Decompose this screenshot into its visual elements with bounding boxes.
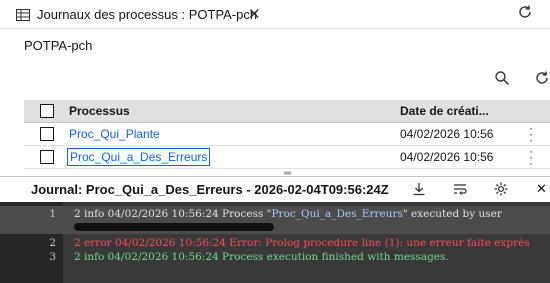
process-link[interactable]: Proc_Qui_Plante <box>69 127 160 141</box>
line-number: 1 <box>49 208 56 220</box>
settings-icon[interactable] <box>494 182 508 201</box>
log-viewer[interactable]: 1 2 info 04/02/2026 10:56:24 Process "Pr… <box>0 202 550 283</box>
kebab-icon[interactable]: · · · <box>529 145 533 169</box>
table-row[interactable]: Proc_Qui_a_Des_Erreurs 04/02/2026 10:56 … <box>24 145 550 169</box>
log-text: 2 info 04/02/2026 10:56:24 Process execu… <box>74 251 449 263</box>
row-checkbox[interactable] <box>40 150 54 164</box>
refresh-icon[interactable] <box>517 4 533 25</box>
kebab-icon[interactable]: · · · <box>529 122 533 146</box>
log-line: 2 2 error 04/02/2026 10:56:24 Error: Pro… <box>0 237 550 250</box>
page-title: POTPA-pch <box>24 38 93 53</box>
wrap-icon[interactable] <box>453 182 467 201</box>
log-text: 2 info 04/02/2026 10:56:24 Process "Proc… <box>74 208 502 220</box>
column-header-date[interactable]: Date de créati... <box>400 104 489 118</box>
line-number: 2 <box>49 237 56 249</box>
refresh-icon[interactable] <box>534 70 550 91</box>
row-checkbox[interactable] <box>40 127 54 141</box>
search-icon[interactable] <box>494 70 510 91</box>
row-date: 04/02/2026 10:56 <box>400 150 494 164</box>
tab-title[interactable]: Journaux des processus : POTPA-pch <box>37 7 257 22</box>
select-all-checkbox[interactable] <box>40 104 54 118</box>
close-icon[interactable]: ✕ <box>536 181 547 197</box>
process-link[interactable]: Proc_Qui_a_Des_Erreurs <box>66 148 211 166</box>
log-text: 2 error 04/02/2026 10:56:24 Error: Prolo… <box>74 237 530 249</box>
table-header: Processus Date de créati... <box>24 100 550 123</box>
line-number: 3 <box>49 251 56 263</box>
download-icon[interactable] <box>412 182 426 201</box>
log-line: 1 2 info 04/02/2026 10:56:24 Process "Pr… <box>0 206 550 234</box>
tab-bar: Journaux des processus : POTPA-pch ✕ <box>0 0 550 29</box>
table-icon <box>16 8 30 26</box>
log-header: Journal: Proc_Qui_a_Des_Erreurs - 2026-0… <box>0 176 550 203</box>
redacted-user <box>74 221 274 233</box>
column-header-processus[interactable]: Processus <box>69 104 130 118</box>
log-line: 3 2 info 04/02/2026 10:56:24 Process exe… <box>0 251 550 264</box>
close-icon[interactable]: ✕ <box>248 5 261 23</box>
row-date: 04/02/2026 10:56 <box>400 127 494 141</box>
log-title: Journal: Proc_Qui_a_Des_Erreurs - 2026-0… <box>31 182 389 197</box>
process-table: Processus Date de créati... Proc_Qui_Pla… <box>24 100 550 169</box>
table-row[interactable]: Proc_Qui_Plante 04/02/2026 10:56 · · · <box>24 122 550 146</box>
